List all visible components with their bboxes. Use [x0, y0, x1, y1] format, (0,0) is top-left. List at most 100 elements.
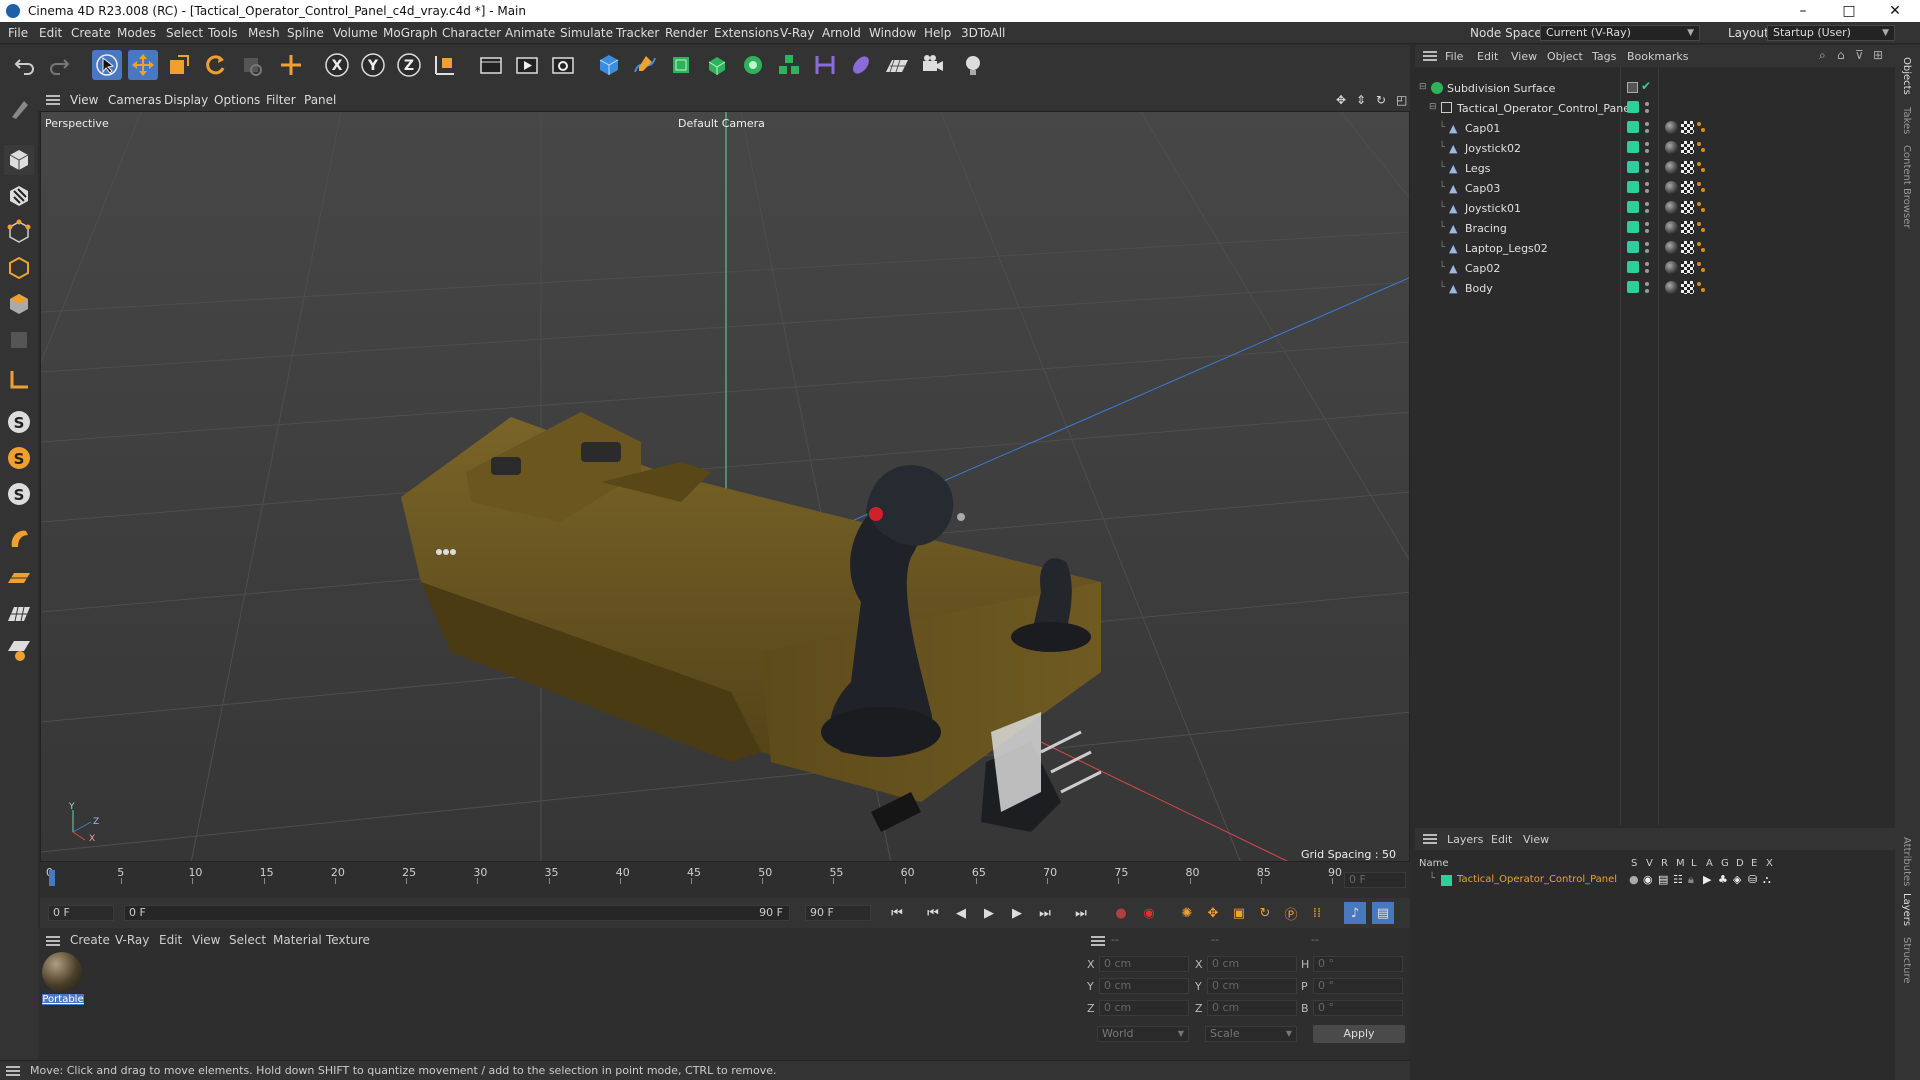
render-icon[interactable]: ▤ [1658, 873, 1668, 886]
mat-menu-texture[interactable]: Texture [326, 933, 370, 947]
size-x-field[interactable]: 0 cm [1207, 956, 1297, 972]
vertex-map-tag-icon[interactable] [1697, 221, 1707, 234]
layer-color-tag[interactable] [1627, 241, 1639, 253]
undo-icon[interactable] [10, 50, 40, 80]
visibility-dots[interactable] [1645, 121, 1649, 135]
layer-color-tag[interactable] [1627, 141, 1639, 153]
layer-color-swatch[interactable] [1441, 875, 1452, 886]
viewport-menu-view[interactable]: View [70, 93, 98, 107]
go-to-start-icon[interactable]: ⏮ [886, 902, 908, 924]
next-key-icon[interactable]: ⏭ [1034, 902, 1056, 924]
hamburger-icon[interactable] [46, 936, 60, 946]
y-axis-icon[interactable]: Y [358, 50, 388, 80]
current-frame-field[interactable]: 0 F [1344, 872, 1406, 888]
expressions-icon[interactable]: ⛁ [1748, 873, 1757, 886]
model-mode-icon[interactable] [4, 145, 34, 175]
object-row[interactable]: └ ▲ Body [1415, 278, 1895, 298]
move-view-icon[interactable]: ✥ [1336, 93, 1346, 107]
locked-workplane-icon[interactable] [4, 635, 34, 665]
mograph-icon[interactable] [774, 50, 804, 80]
frame-range-slider[interactable]: 0 F 90 F [124, 905, 790, 921]
menu-window[interactable]: Window [869, 26, 916, 40]
rot-h-field[interactable]: 0 ° [1313, 956, 1403, 972]
material-tag-icon[interactable] [1665, 241, 1678, 254]
object-row-group[interactable]: ⊟ Tactical_Operator_Control_Panel [1415, 98, 1895, 118]
make-editable-icon[interactable] [4, 95, 34, 125]
tab-structure[interactable]: Structure [1901, 937, 1912, 984]
coord-scale-dropdown[interactable]: Scale ▼ [1205, 1026, 1297, 1042]
size-y-field[interactable]: 0 cm [1207, 978, 1297, 994]
manager-icon[interactable]: ☷ [1673, 873, 1683, 886]
layer-column-header[interactable]: R [1661, 858, 1668, 869]
rot-b-field[interactable]: 0 ° [1313, 1000, 1403, 1016]
render-settings-icon[interactable] [548, 50, 578, 80]
layer-column-header[interactable]: M [1676, 858, 1685, 869]
obj-menu-view[interactable]: View [1511, 50, 1537, 63]
layer-menu-view[interactable]: View [1523, 833, 1549, 846]
dopesheet-icon[interactable]: ▤ [1372, 902, 1394, 924]
pen-icon[interactable] [630, 50, 660, 80]
workplane-icon[interactable] [4, 563, 34, 593]
scale-icon[interactable] [164, 50, 194, 80]
polygons-mode-icon[interactable] [4, 289, 34, 319]
maximize-view-icon[interactable]: ◰ [1396, 93, 1407, 107]
viewport-menu-cameras[interactable]: Cameras [108, 93, 161, 107]
render-view-icon[interactable] [512, 50, 542, 80]
menu-mesh[interactable]: Mesh [248, 26, 280, 40]
texture-tag-icon[interactable] [1681, 281, 1694, 294]
layer-row[interactable]: └ Tactical_Operator_Control_Panel ● ◉ ▤ … [1415, 872, 1895, 890]
new-panel-icon[interactable]: ⊞ [1873, 48, 1883, 62]
zoom-view-icon[interactable]: ⇕ [1356, 93, 1366, 107]
add-icon[interactable] [276, 50, 306, 80]
object-row[interactable]: └ ▲ Bracing [1415, 218, 1895, 238]
tab-objects[interactable]: Objects [1901, 57, 1912, 95]
minimize-button[interactable]: – [1780, 0, 1826, 22]
menu-select[interactable]: Select [166, 26, 203, 40]
vertex-map-tag-icon[interactable] [1697, 261, 1707, 274]
edges-mode-icon[interactable] [4, 253, 34, 283]
node-space-dropdown[interactable]: Current (V-Ray) ▼ [1540, 25, 1700, 41]
material-tag-icon[interactable] [1665, 201, 1678, 214]
start-frame-field[interactable]: 0 F [48, 905, 114, 921]
visibility-dots[interactable] [1645, 221, 1649, 235]
layer-color-tag[interactable] [1627, 281, 1639, 293]
material-tag-icon[interactable] [1665, 121, 1678, 134]
tab-layers[interactable]: Layers [1901, 893, 1912, 926]
menu-animate[interactable]: Animate [505, 26, 555, 40]
key-position-icon[interactable]: ✥ [1202, 902, 1224, 924]
object-row[interactable]: └ ▲ Legs [1415, 158, 1895, 178]
visibility-dots[interactable] [1645, 161, 1649, 175]
obj-menu-tags[interactable]: Tags [1592, 50, 1616, 63]
points-mode-icon[interactable] [4, 217, 34, 247]
cube-icon[interactable] [594, 50, 624, 80]
layer-column-header[interactable]: X [1766, 858, 1773, 869]
mat-menu-material[interactable]: Material [273, 933, 322, 947]
coord-mode-dropdown[interactable]: World ▼ [1097, 1026, 1189, 1042]
viewport-menu-display[interactable]: Display [164, 93, 208, 107]
visibility-dots[interactable] [1645, 281, 1649, 295]
tab-attributes[interactable]: Attributes [1901, 837, 1912, 886]
home-icon[interactable]: ⌂ [1837, 48, 1845, 62]
texture-tag-icon[interactable] [1681, 201, 1694, 214]
vertex-map-tag-icon[interactable] [1697, 181, 1707, 194]
texture-tag-icon[interactable] [1681, 221, 1694, 234]
menu-file[interactable]: File [8, 26, 28, 40]
object-row[interactable]: └ ▲ Cap02 [1415, 258, 1895, 278]
texture-tag-icon[interactable] [1681, 261, 1694, 274]
close-button[interactable]: ✕ [1872, 0, 1918, 22]
menu-modes[interactable]: Modes [117, 26, 156, 40]
light-icon[interactable] [958, 50, 988, 80]
obj-menu-bookmarks[interactable]: Bookmarks [1627, 50, 1688, 63]
snap-icon[interactable]: S [4, 407, 34, 437]
tab-content-browser[interactable]: Content Browser [1901, 145, 1912, 228]
hamburger-icon[interactable] [1423, 51, 1437, 61]
live-select-icon[interactable] [236, 50, 266, 80]
render-region-icon[interactable] [476, 50, 506, 80]
menu-tracker[interactable]: Tracker [616, 26, 659, 40]
previous-key-icon[interactable]: ⏮ [922, 902, 944, 924]
layout-dropdown[interactable]: Startup (User) ▼ [1767, 25, 1895, 41]
object-row-subdivision-surface[interactable]: ⊟ Subdivision Surface ✔ [1415, 78, 1895, 98]
world-coords-icon[interactable] [430, 50, 460, 80]
viewport-menu-panel[interactable]: Panel [304, 93, 336, 107]
z-axis-icon[interactable]: Z [394, 50, 424, 80]
